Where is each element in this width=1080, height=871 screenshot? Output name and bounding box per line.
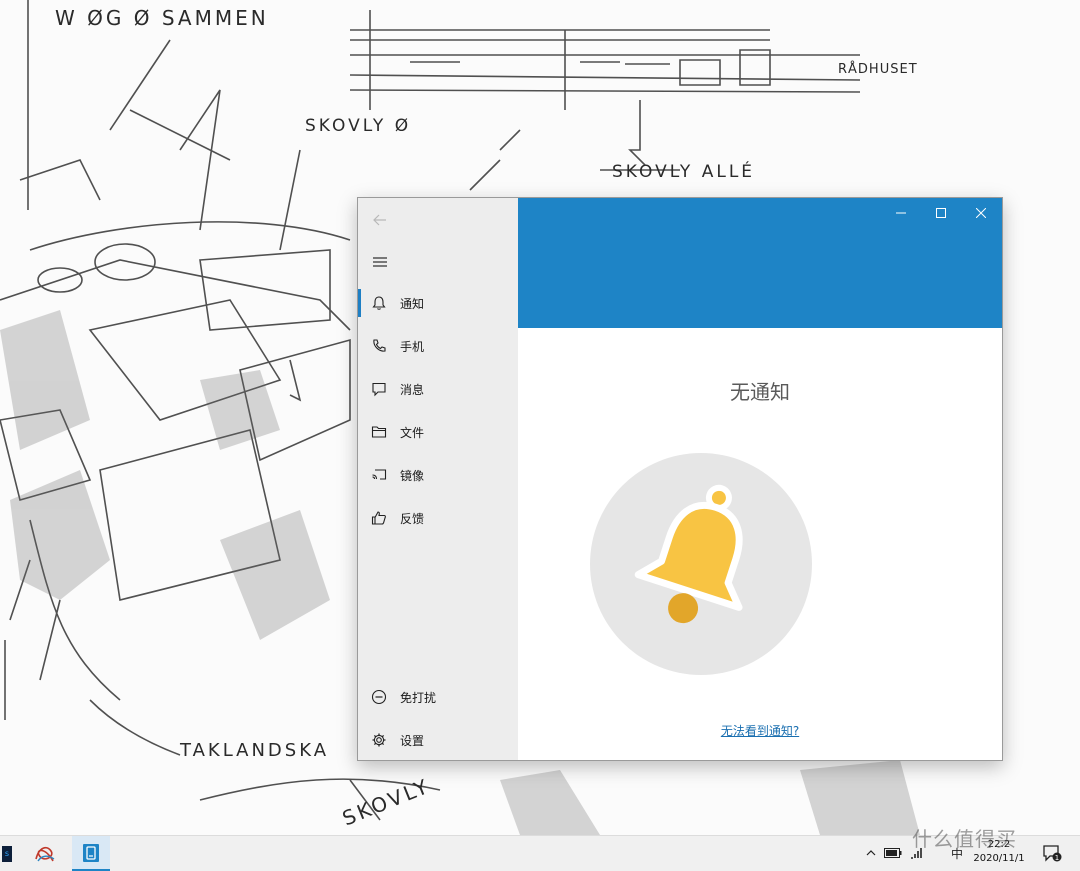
nav-item-phone[interactable]: 手机 [358,326,518,366]
thumbs-up-icon [371,510,387,526]
sketch-label: TAKLANDSKA [180,740,330,761]
minimize-button[interactable] [881,198,921,228]
empty-state-illustration [590,453,812,675]
svg-text:1: 1 [1055,854,1059,862]
help-link[interactable]: 无法看到通知? [518,722,1002,739]
nav-item-do-not-disturb[interactable]: 免打扰 [358,677,518,717]
arrow-left-icon [373,214,386,226]
sketch-label: SKOVLY ALLÉ [612,162,756,182]
nav-item-label: 消息 [400,382,425,397]
chevron-up-icon [866,850,876,856]
nav-item-label: 免打扰 [400,690,437,705]
nav-item-label: 反馈 [400,511,425,526]
photoshop-icon: s [2,845,12,862]
bell-icon [371,295,387,311]
clock-date: 2020/11/1 [973,853,1025,864]
taskbar-app-sketch[interactable] [28,836,62,871]
action-center-button[interactable]: 1 [1040,844,1064,862]
watermark-text: 什么值得买 [912,827,1017,851]
scribble-app-icon [35,846,55,861]
taskbar-app-your-phone[interactable] [72,836,110,871]
sketch-label: RÅDHUSET [838,62,918,77]
battery-tray-button[interactable] [884,844,902,862]
app-window: 通知 手机 消息 文件 镜像 反馈 免打扰 设置 无通知 无法看到通知? [357,197,1003,761]
battery-icon [884,848,902,858]
nav-item-notifications[interactable]: 通知 [358,283,518,323]
close-button[interactable] [961,198,1001,228]
bell-illustration-icon [634,484,743,624]
nav-item-label: 镜像 [400,468,425,483]
do-not-disturb-icon [371,689,387,705]
action-center-icon: 1 [1043,845,1062,862]
navigation-pane: 通知 手机 消息 文件 镜像 反馈 免打扰 设置 [358,198,518,760]
nav-item-label: 手机 [400,339,425,354]
nav-item-label: 文件 [400,425,425,440]
menu-button[interactable] [366,248,394,276]
taskbar-app-photoshop[interactable]: s [0,836,14,871]
nav-item-label: 通知 [400,296,425,311]
nav-item-mirror[interactable]: 镜像 [358,455,518,495]
message-icon [371,381,387,397]
folder-icon [371,424,387,440]
cast-icon [371,467,387,483]
empty-state-title: 无通知 [730,380,790,404]
nav-item-feedback[interactable]: 反馈 [358,498,518,538]
nav-item-files[interactable]: 文件 [358,412,518,452]
nav-item-settings[interactable]: 设置 [358,720,518,760]
minimize-icon [896,212,906,214]
back-button[interactable] [366,206,394,234]
phone-icon [371,338,387,354]
sketch-label: W ØG Ø SAMMEN [55,6,269,30]
close-icon [976,208,986,218]
nav-item-messages[interactable]: 消息 [358,369,518,409]
hamburger-icon [373,257,387,267]
maximize-button[interactable] [921,198,961,228]
sketch-label: SKOVLY Ø [305,116,412,136]
your-phone-icon [83,843,99,862]
show-hidden-icons-button[interactable] [864,844,878,862]
maximize-icon [936,208,946,218]
nav-item-label: 设置 [400,733,425,748]
gear-icon [371,732,387,748]
